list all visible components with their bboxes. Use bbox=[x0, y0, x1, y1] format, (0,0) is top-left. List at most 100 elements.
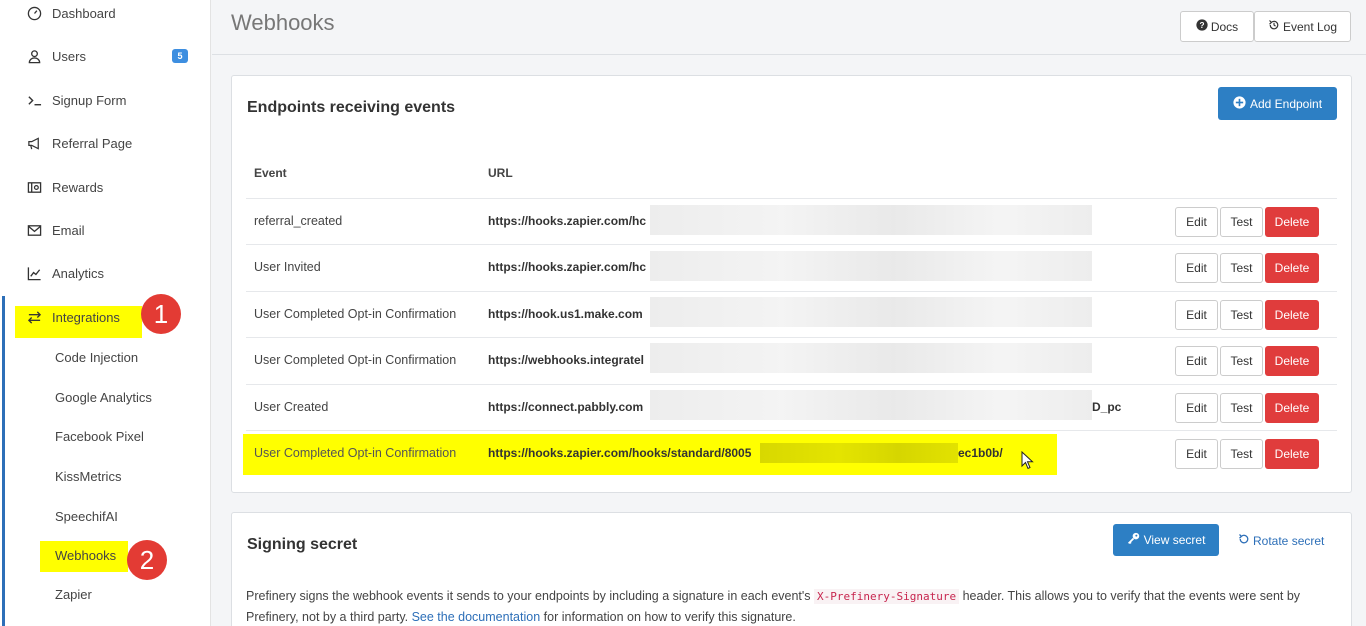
add-endpoint-label: Add Endpoint bbox=[1249, 96, 1323, 111]
chart-icon bbox=[25, 266, 43, 281]
svg-text:?: ? bbox=[1199, 21, 1204, 30]
redacted-url bbox=[760, 443, 958, 463]
nav-label: Integrations bbox=[52, 309, 120, 325]
test-button[interactable]: Test bbox=[1220, 207, 1263, 237]
nav-label: Referral Page bbox=[52, 135, 133, 151]
delete-button[interactable]: Delete bbox=[1265, 393, 1319, 423]
sidebar: Dashboard Users 5 Signup Form Referral P… bbox=[0, 0, 211, 626]
nav-label: Analytics bbox=[52, 265, 105, 281]
edit-button[interactable]: Edit bbox=[1175, 439, 1218, 469]
row-divider bbox=[246, 337, 1337, 338]
redacted-url bbox=[650, 343, 1092, 373]
row-url: https://hooks.zapier.com/hooks/standard/… bbox=[488, 446, 752, 460]
endpoints-title: Endpoints receiving events bbox=[247, 99, 456, 116]
nav-referral-page[interactable]: Referral Page bbox=[0, 123, 211, 163]
column-header-url: URL bbox=[488, 166, 513, 180]
rotate-secret-label: Rotate secret bbox=[1253, 533, 1325, 548]
redacted-url bbox=[650, 297, 1092, 327]
delete-button[interactable]: Delete bbox=[1265, 207, 1319, 237]
nav-label: Users bbox=[52, 48, 86, 64]
row-url: https://hooks.zapier.com/hc bbox=[488, 214, 647, 228]
row-url-tail: ec1b0b/ bbox=[958, 446, 1003, 460]
desc-text: Prefinery signs the webhook events it se… bbox=[246, 589, 811, 603]
nav-label: Rewards bbox=[52, 179, 104, 195]
docs-label: Docs bbox=[1210, 19, 1239, 34]
delete-button[interactable]: Delete bbox=[1265, 346, 1319, 376]
callout-marker-1: 1 bbox=[141, 294, 181, 334]
view-secret-label: View secret bbox=[1143, 533, 1206, 547]
nav-signup-form[interactable]: Signup Form bbox=[0, 80, 211, 120]
terminal-icon bbox=[25, 93, 43, 108]
nav-rewards[interactable]: Rewards bbox=[0, 167, 211, 207]
view-secret-button[interactable]: View secret bbox=[1113, 524, 1219, 556]
callout-marker-2: 2 bbox=[127, 540, 167, 580]
docs-button[interactable]: ? Docs bbox=[1180, 11, 1254, 42]
row-event: User Invited bbox=[254, 260, 321, 274]
nav-users[interactable]: Users 5 bbox=[0, 36, 211, 76]
page-title: Webhooks bbox=[231, 10, 335, 35]
test-button[interactable]: Test bbox=[1220, 300, 1263, 330]
row-divider bbox=[246, 291, 1337, 292]
question-circle-icon: ? bbox=[1196, 19, 1208, 34]
subnav-zapier[interactable]: Zapier bbox=[55, 585, 92, 605]
users-count-badge: 5 bbox=[172, 49, 188, 63]
mouse-cursor-icon bbox=[1021, 450, 1035, 476]
key-icon bbox=[1127, 532, 1140, 548]
event-log-button[interactable]: Event Log bbox=[1254, 11, 1351, 42]
nav-dashboard[interactable]: Dashboard bbox=[0, 0, 211, 33]
nav-analytics[interactable]: Analytics bbox=[0, 253, 211, 293]
row-url: https://webhooks.integratel bbox=[488, 353, 645, 367]
add-endpoint-button[interactable]: Add Endpoint bbox=[1218, 87, 1337, 120]
edit-button[interactable]: Edit bbox=[1175, 207, 1218, 237]
redacted-url bbox=[650, 251, 1092, 281]
edit-button[interactable]: Edit bbox=[1175, 346, 1218, 376]
subnav-facebook-pixel[interactable]: Facebook Pixel bbox=[55, 427, 144, 447]
subnav-google-analytics[interactable]: Google Analytics bbox=[55, 388, 152, 408]
subnav-kissmetrics[interactable]: KissMetrics bbox=[55, 467, 121, 487]
subnav-speechifai[interactable]: SpeechifAI bbox=[55, 507, 118, 527]
user-icon bbox=[25, 49, 43, 64]
exchange-icon bbox=[25, 310, 43, 325]
delete-button[interactable]: Delete bbox=[1265, 253, 1319, 283]
row-event: User Completed Opt-in Confirmation bbox=[254, 446, 457, 460]
row-event: User Completed Opt-in Confirmation bbox=[254, 353, 457, 367]
row-event: referral_created bbox=[254, 214, 343, 228]
row-divider bbox=[246, 198, 1337, 199]
rewards-icon bbox=[25, 180, 43, 195]
signature-header-code: X-Prefinery-Signature bbox=[814, 589, 960, 604]
nav-email[interactable]: Email bbox=[0, 210, 211, 250]
test-button[interactable]: Test bbox=[1220, 393, 1263, 423]
row-url: https://hook.us1.make.com bbox=[488, 307, 643, 321]
plus-circle-icon bbox=[1233, 95, 1246, 112]
row-event: User Completed Opt-in Confirmation bbox=[254, 307, 457, 321]
test-button[interactable]: Test bbox=[1220, 253, 1263, 283]
test-button[interactable]: Test bbox=[1220, 346, 1263, 376]
row-divider bbox=[246, 244, 1337, 245]
rotate-icon bbox=[1238, 533, 1250, 548]
nav-label: Email bbox=[52, 222, 85, 238]
redacted-url bbox=[650, 205, 1092, 235]
delete-button[interactable]: Delete bbox=[1265, 300, 1319, 330]
row-url: https://connect.pabbly.com bbox=[488, 400, 644, 414]
rotate-secret-link[interactable]: Rotate secret bbox=[1238, 533, 1324, 548]
signing-secret-title: Signing secret bbox=[247, 536, 358, 553]
subnav-code-injection[interactable]: Code Injection bbox=[55, 348, 138, 368]
redacted-url bbox=[650, 390, 1092, 420]
active-section-indicator bbox=[2, 296, 5, 626]
documentation-link[interactable]: See the documentation bbox=[412, 610, 541, 624]
event-log-label: Event Log bbox=[1282, 19, 1338, 34]
nav-label: Dashboard bbox=[52, 5, 116, 21]
subnav-webhooks[interactable]: Webhooks bbox=[55, 546, 116, 566]
column-header-event: Event bbox=[254, 166, 287, 180]
edit-button[interactable]: Edit bbox=[1175, 393, 1218, 423]
desc-text: for information on how to verify this si… bbox=[543, 610, 796, 624]
test-button[interactable]: Test bbox=[1220, 439, 1263, 469]
edit-button[interactable]: Edit bbox=[1175, 300, 1218, 330]
row-event: User Created bbox=[254, 400, 329, 414]
page-header: Webhooks ? Docs Event Log bbox=[212, 0, 1366, 55]
delete-button[interactable]: Delete bbox=[1265, 439, 1319, 469]
history-icon bbox=[1268, 19, 1280, 34]
edit-button[interactable]: Edit bbox=[1175, 253, 1218, 283]
row-divider bbox=[246, 430, 1337, 431]
dashboard-icon bbox=[25, 6, 43, 21]
